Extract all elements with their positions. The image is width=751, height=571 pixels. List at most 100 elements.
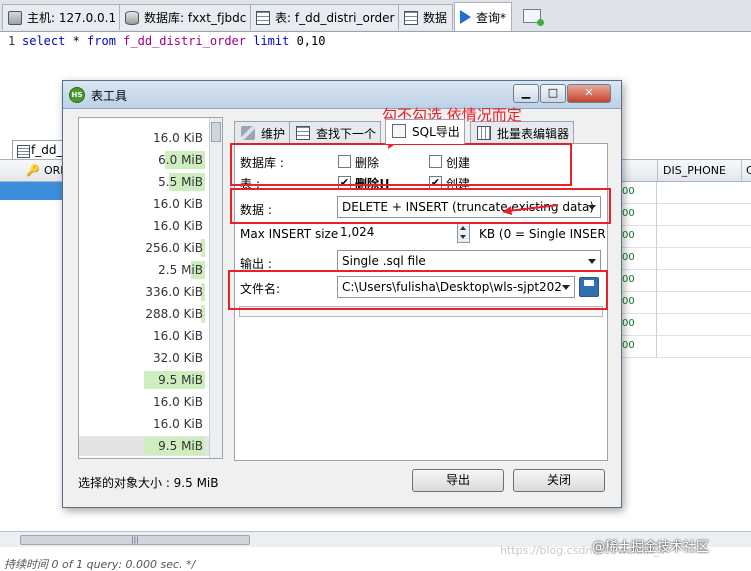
chevron-down-icon [588, 259, 596, 264]
size-label: 6.0 MiB [158, 153, 203, 167]
grid-column-ori[interactable]: ORI [44, 164, 64, 177]
max-insert-spinner[interactable] [457, 222, 470, 243]
host-icon [8, 10, 22, 25]
size-list-item[interactable]: 6.0 MiB [79, 150, 209, 170]
object-size-list[interactable]: 16.0 KiB 6.0 MiB 5.5 MiB 16.0 KiB 16.0 KiB 25… [78, 117, 223, 459]
size-list-item[interactable]: 336.0 KiB [79, 282, 209, 302]
close-window-button[interactable]: ✕ [567, 84, 611, 103]
size-label: 16.0 KiB [153, 329, 203, 343]
sql-keyword-from: from [87, 34, 116, 48]
size-label: 5.5 MiB [158, 175, 203, 189]
size-list-item[interactable]: 16.0 KiB [79, 326, 209, 346]
output-select[interactable]: Single .sql file [337, 250, 601, 272]
tab-find-next-label: 查找下一个 [316, 127, 377, 141]
size-list-item[interactable]: 2.5 MiB [79, 260, 209, 280]
tab-find-next[interactable]: 查找下一个 [289, 121, 382, 143]
size-list-item[interactable]: 16.0 KiB [79, 128, 209, 148]
watermark: @稀土掘金技术社区 [592, 540, 710, 555]
sql-code: select * from f_dd_distri_order limit 0,… [22, 34, 325, 48]
sql-file-icon [392, 124, 406, 138]
size-label: 16.0 KiB [153, 219, 203, 233]
size-list-item[interactable]: 288.0 KiB [79, 304, 209, 324]
result-tab-label: f_dd_ [31, 143, 63, 157]
row-mark: 00 [622, 274, 635, 285]
app-logo-icon: HS [69, 87, 85, 103]
database-icon [125, 10, 139, 25]
row-mark: 00 [622, 318, 635, 329]
key-icon: 🔑 [26, 164, 40, 177]
size-label: 16.0 KiB [153, 417, 203, 431]
size-list-item[interactable]: 16.0 KiB [79, 216, 209, 236]
tab-strip: 主机: 127.0.0.1 数据库: fxxt_fjbdc 表: f_dd_di… [0, 0, 751, 32]
sql-table-name: f_dd_distri_order [115, 34, 254, 48]
tab-query[interactable]: 查询* [454, 2, 513, 31]
tab-query-label: 查询* [476, 10, 507, 25]
size-list-item[interactable]: 16.0 KiB [79, 414, 209, 434]
size-label: 288.0 KiB [145, 307, 203, 321]
size-label: 336.0 KiB [145, 285, 203, 299]
size-label: 256.0 KiB [145, 241, 203, 255]
grid-column-dis-phone[interactable]: DIS_PHONE [663, 164, 726, 177]
object-list-scrollbar[interactable] [209, 118, 222, 458]
size-list-item[interactable]: 9.5 MiB [79, 370, 209, 390]
row-mark: 00 [622, 208, 635, 219]
data-grid-icon [404, 10, 418, 25]
size-label: 16.0 KiB [153, 131, 203, 145]
tab-data[interactable]: 数据 [398, 4, 454, 30]
status-bar: 持续时间 0 of 1 query: 0.000 sec. */ [4, 558, 196, 571]
line-number: 1 [8, 34, 16, 48]
annotation-box-filename [228, 270, 608, 310]
size-list-item[interactable]: 16.0 KiB [79, 194, 209, 214]
row-mark: 00 [622, 186, 635, 197]
size-label: 32.0 KiB [153, 351, 203, 365]
size-list-item[interactable]: 32.0 KiB [79, 348, 209, 368]
scrollbar-thumb[interactable]: ||| [20, 535, 250, 545]
dialog-title: 表工具 [91, 89, 128, 103]
size-list-item[interactable]: 16.0 KiB [79, 392, 209, 412]
annotation-arrow-data [507, 204, 559, 212]
tab-sql-export[interactable]: SQL导出 [385, 119, 465, 144]
size-label: 16.0 KiB [153, 395, 203, 409]
tab-maintenance-label: 维护 [261, 127, 286, 141]
row-mark: 00 [622, 230, 635, 241]
tab-table-label: 表: f_dd_distri_order [275, 11, 395, 25]
sql-keyword-limit: limit [253, 34, 290, 48]
size-label: 2.5 MiB [158, 263, 203, 277]
max-insert-value: 1,024 [340, 225, 375, 239]
max-insert-input[interactable]: 1,024 [337, 222, 455, 244]
grid-rows[interactable] [620, 182, 751, 358]
tab-maintenance[interactable]: 维护 [234, 121, 291, 143]
sql-keyword-select: select [22, 34, 66, 48]
play-icon [460, 10, 471, 24]
tab-data-label: 数据 [423, 11, 448, 25]
minimize-button[interactable]: ▁ [513, 84, 539, 103]
max-insert-label: Max INSERT size [240, 227, 339, 241]
selected-object-size: 选择的对象大小 : 9.5 MiB [78, 476, 219, 490]
grid-column-line [656, 182, 657, 358]
tab-table[interactable]: 表: f_dd_distri_order [250, 4, 401, 30]
size-label: 16.0 KiB [153, 197, 203, 211]
grid-separator [741, 160, 742, 182]
object-list-scrollbar-thumb[interactable] [211, 122, 221, 142]
grid-column-c[interactable]: C [746, 164, 751, 177]
close-button[interactable]: 关闭 [513, 469, 605, 492]
export-button[interactable]: 导出 [412, 469, 504, 492]
wrench-icon [241, 126, 255, 140]
dialog-titlebar[interactable]: HS 表工具 ▁ □ ✕ [63, 81, 621, 109]
size-list-item[interactable]: 5.5 MiB [79, 172, 209, 192]
tab-host[interactable]: 主机: 127.0.0.1 [2, 4, 123, 30]
sql-limit-range: 0,10 [289, 34, 326, 48]
size-list-item[interactable]: 256.0 KiB [79, 238, 209, 258]
selected-row[interactable] [0, 182, 62, 200]
grid-separator [657, 160, 658, 182]
row-mark: 00 [622, 340, 635, 351]
tab-database[interactable]: 数据库: fxxt_fjbdc [119, 4, 253, 30]
row-mark: 00 [622, 296, 635, 307]
maximize-button[interactable]: □ [540, 84, 566, 103]
size-list-item[interactable]: 9.5 MiB [79, 436, 209, 456]
tab-host-label: 主机: 127.0.0.1 [27, 11, 117, 25]
tab-sql-export-label: SQL导出 [412, 125, 460, 139]
sql-star: * [65, 34, 88, 48]
new-query-tab-icon[interactable] [523, 9, 544, 26]
size-label: 9.5 MiB [158, 373, 203, 387]
